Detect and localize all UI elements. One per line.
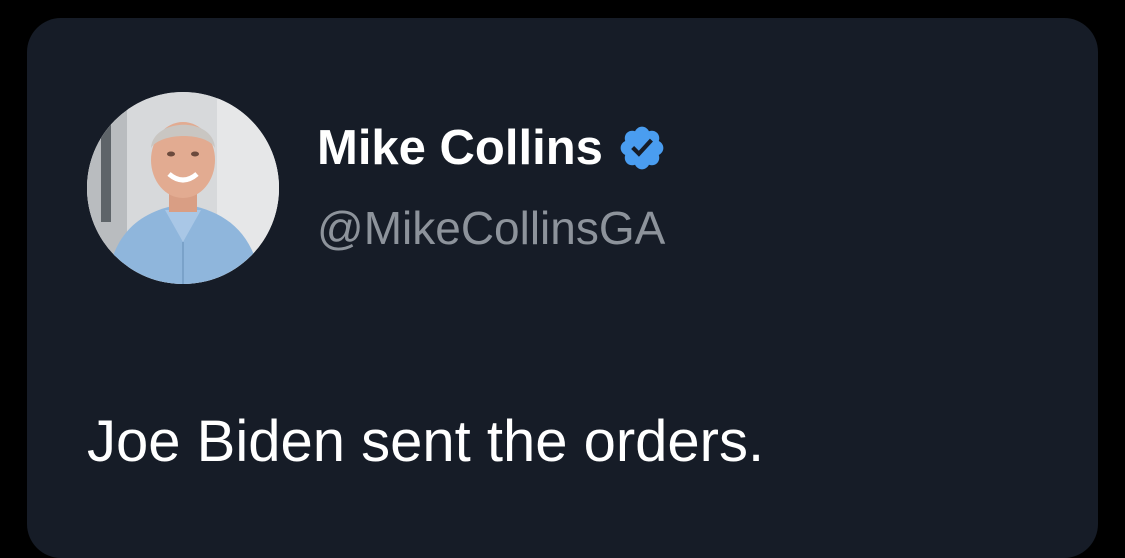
display-name-row[interactable]: Mike Collins bbox=[317, 118, 667, 178]
tweet-text: Joe Biden sent the orders. bbox=[87, 409, 765, 474]
display-name[interactable]: Mike Collins bbox=[317, 120, 603, 176]
verified-check-icon bbox=[617, 123, 667, 173]
handle[interactable]: @MikeCollinsGA bbox=[317, 201, 665, 255]
tweet-card[interactable]: Mike Collins @MikeCollinsGA Joe Biden se… bbox=[27, 18, 1098, 558]
profile-photo bbox=[87, 92, 279, 284]
avatar[interactable] bbox=[87, 92, 279, 284]
